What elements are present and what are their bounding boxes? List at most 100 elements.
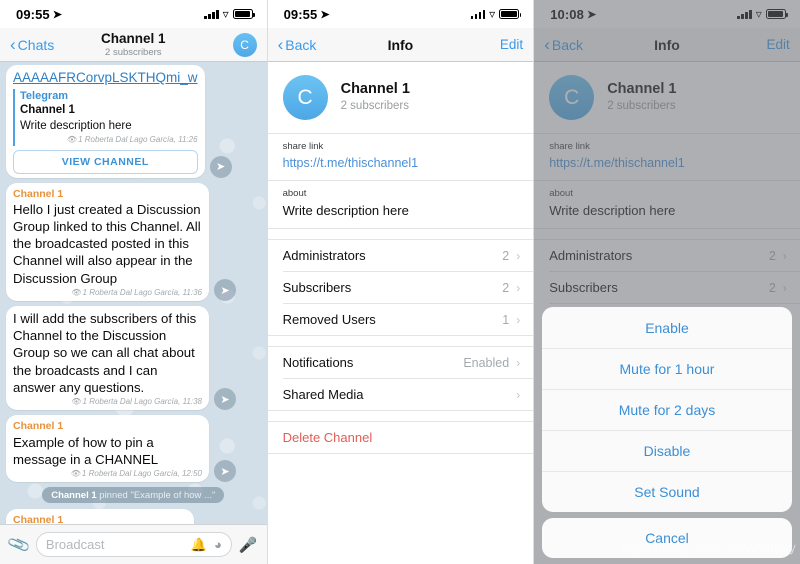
status-indicators: ▿ xyxy=(204,8,255,20)
microphone-icon[interactable]: 🎤 xyxy=(239,536,258,554)
eye-icon: 👁 xyxy=(70,468,81,478)
message-link[interactable]: AAAAAFRCorvpLSKTHQmi_w xyxy=(13,69,198,87)
bell-icon[interactable]: 🔔 xyxy=(191,537,207,553)
field-share-link[interactable]: share link https://t.me/thischannel1 xyxy=(268,134,534,180)
forward-icon[interactable]: ➤ xyxy=(214,460,236,483)
message-row: Channel 1 Example of how to pin a messag… xyxy=(0,415,267,483)
avatar[interactable]: C xyxy=(232,32,257,57)
nav-right-info: Edit xyxy=(465,37,523,52)
channel-subscribers: 2 subscribers xyxy=(340,100,409,113)
timer-icon[interactable]: ◕ xyxy=(214,537,222,552)
three-screenshot-strip: 09:55 ➤ ▿ ‹ Chats Channel 1 2 subscriber… xyxy=(0,0,800,564)
nav-back-button[interactable]: ‹ Back xyxy=(278,36,336,53)
chevron-right-icon: › xyxy=(516,248,521,263)
battery-icon xyxy=(232,9,255,19)
eye-icon: 👁 xyxy=(66,135,78,145)
row-administrators[interactable]: Administrators 2 › xyxy=(268,240,534,271)
preview-title: Channel 1 xyxy=(20,104,75,117)
field-label: about xyxy=(282,188,307,200)
pinned-notice-row: Channel 1 pinned "Example of how ..." xyxy=(0,487,267,504)
field-value: Write description here xyxy=(282,202,409,218)
status-time-label: 09:55 xyxy=(283,6,318,22)
message-bubble-link[interactable]: Channel 1 https://t.me/c/1307925099/11 👁… xyxy=(6,509,194,524)
nav-back-label: Chats xyxy=(17,36,55,53)
nav-back-chats[interactable]: ‹ Chats xyxy=(10,34,68,54)
channel-header[interactable]: C Channel 1 2 subscribers xyxy=(268,62,534,133)
message-text: I will add the subscribers of this Chann… xyxy=(13,311,197,395)
row-shared-media[interactable]: Shared Media › xyxy=(268,379,534,410)
message-meta: 👁1 Roberta Dal Lago García, 11:26 xyxy=(66,135,198,145)
edit-button[interactable]: Edit xyxy=(500,37,523,52)
field-label: share link xyxy=(282,141,324,152)
status-time-label: 09:55 xyxy=(16,6,50,22)
row-removed-users[interactable]: Removed Users 1 › xyxy=(268,304,534,335)
forward-icon[interactable]: ➤ xyxy=(214,279,236,302)
message-meta: 👁1 Roberta Dal Lago García, 11:36 xyxy=(71,287,202,297)
section-gap xyxy=(267,411,534,422)
chat-message-list[interactable]: AAAAAFRCorvpLSKTHQmi_w Telegram Channel … xyxy=(0,62,267,524)
pinned-author: Channel 1 xyxy=(51,489,97,501)
row-delete-channel[interactable]: Delete Channel xyxy=(268,422,534,453)
nav-bar-chat: ‹ Chats Channel 1 2 subscribers C xyxy=(0,28,267,62)
row-value: 2 xyxy=(502,248,510,263)
field-about[interactable]: about Write description here xyxy=(268,181,534,228)
message-bubble[interactable]: I will add the subscribers of this Chann… xyxy=(6,306,209,411)
row-notifications[interactable]: Notifications Enabled › xyxy=(268,347,534,378)
message-bubble-link-preview[interactable]: AAAAAFRCorvpLSKTHQmi_w Telegram Channel … xyxy=(6,65,205,178)
chevron-right-icon: › xyxy=(516,355,521,370)
cancel-button[interactable]: Cancel xyxy=(542,518,792,558)
action-mute-2-days[interactable]: Mute for 2 days xyxy=(542,389,792,430)
pinned-action: pinned "Example of how ..." xyxy=(99,489,216,501)
forward-icon[interactable]: ➤ xyxy=(209,155,232,178)
row-value: 2 xyxy=(502,280,510,295)
field-value[interactable]: https://t.me/thischannel1 xyxy=(283,154,519,172)
status-bar: 09:55 ➤ ▿ xyxy=(267,0,534,28)
message-row: I will add the subscribers of this Chann… xyxy=(0,306,267,411)
chevron-right-icon: › xyxy=(516,387,521,402)
message-row: Channel 1 https://t.me/c/1307925099/11 👁… xyxy=(0,509,267,524)
channel-header-text: Channel 1 2 subscribers xyxy=(341,80,410,114)
message-text: Example of how to pin a message in a CHA… xyxy=(13,434,159,467)
action-enable[interactable]: Enable xyxy=(542,307,792,348)
paperclip-icon[interactable]: 📎 xyxy=(6,531,33,558)
chevron-left-icon: ‹ xyxy=(10,34,16,54)
action-mute-1-hour[interactable]: Mute for 1 hour xyxy=(542,348,792,389)
row-label: Delete Channel xyxy=(282,430,373,446)
avatar: C xyxy=(282,75,328,120)
section-gap xyxy=(267,229,534,240)
info-content: C Channel 1 2 subscribers share link htt… xyxy=(267,62,534,564)
row-value: 1 xyxy=(502,312,510,327)
broadcast-placeholder: Broadcast xyxy=(45,537,105,552)
row-label: Shared Media xyxy=(282,387,364,403)
forward-icon[interactable]: ➤ xyxy=(214,388,236,411)
broadcast-input[interactable]: Broadcast 🔔 ◕ xyxy=(35,532,232,557)
message-bubble[interactable]: Channel 1 Hello I just created a Discuss… xyxy=(6,182,209,302)
location-arrow-icon: ➤ xyxy=(320,8,330,21)
nav-back-label: Back xyxy=(285,36,317,53)
message-bubble[interactable]: Channel 1 Example of how to pin a messag… xyxy=(6,415,209,483)
pinned-notice[interactable]: Channel 1 pinned "Example of how ..." xyxy=(42,487,225,504)
chevron-right-icon: › xyxy=(516,312,521,327)
page-subtitle: 2 subscribers xyxy=(105,46,162,58)
nav-title-block[interactable]: Channel 1 2 subscribers xyxy=(68,31,199,58)
nav-bar-info: ‹ Back Info Edit xyxy=(267,28,534,62)
section-gap xyxy=(267,336,534,347)
message-text: Hello I just created a Discussion Group … xyxy=(13,201,201,286)
action-sheet-options: Enable Mute for 1 hour Mute for 2 days D… xyxy=(542,307,792,512)
action-disable[interactable]: Disable xyxy=(542,430,792,471)
action-set-sound[interactable]: Set Sound xyxy=(542,471,792,512)
view-channel-button[interactable]: VIEW CHANNEL xyxy=(13,149,198,174)
signal-bars-icon xyxy=(204,9,219,19)
divider xyxy=(267,453,534,455)
message-author: Channel 1 xyxy=(13,514,64,524)
nav-title-block: Info xyxy=(336,37,466,53)
message-author: Channel 1 xyxy=(13,187,64,200)
message-row: AAAAAFRCorvpLSKTHQmi_w Telegram Channel … xyxy=(0,65,267,178)
battery-icon xyxy=(499,9,522,19)
location-arrow-icon: ➤ xyxy=(52,8,63,21)
row-label: Removed Users xyxy=(282,312,376,328)
eye-icon: 👁 xyxy=(71,396,82,406)
row-subscribers[interactable]: Subscribers 2 › xyxy=(268,272,534,303)
panel-chat: 09:55 ➤ ▿ ‹ Chats Channel 1 2 subscriber… xyxy=(0,0,267,564)
row-label: Notifications xyxy=(282,355,354,371)
